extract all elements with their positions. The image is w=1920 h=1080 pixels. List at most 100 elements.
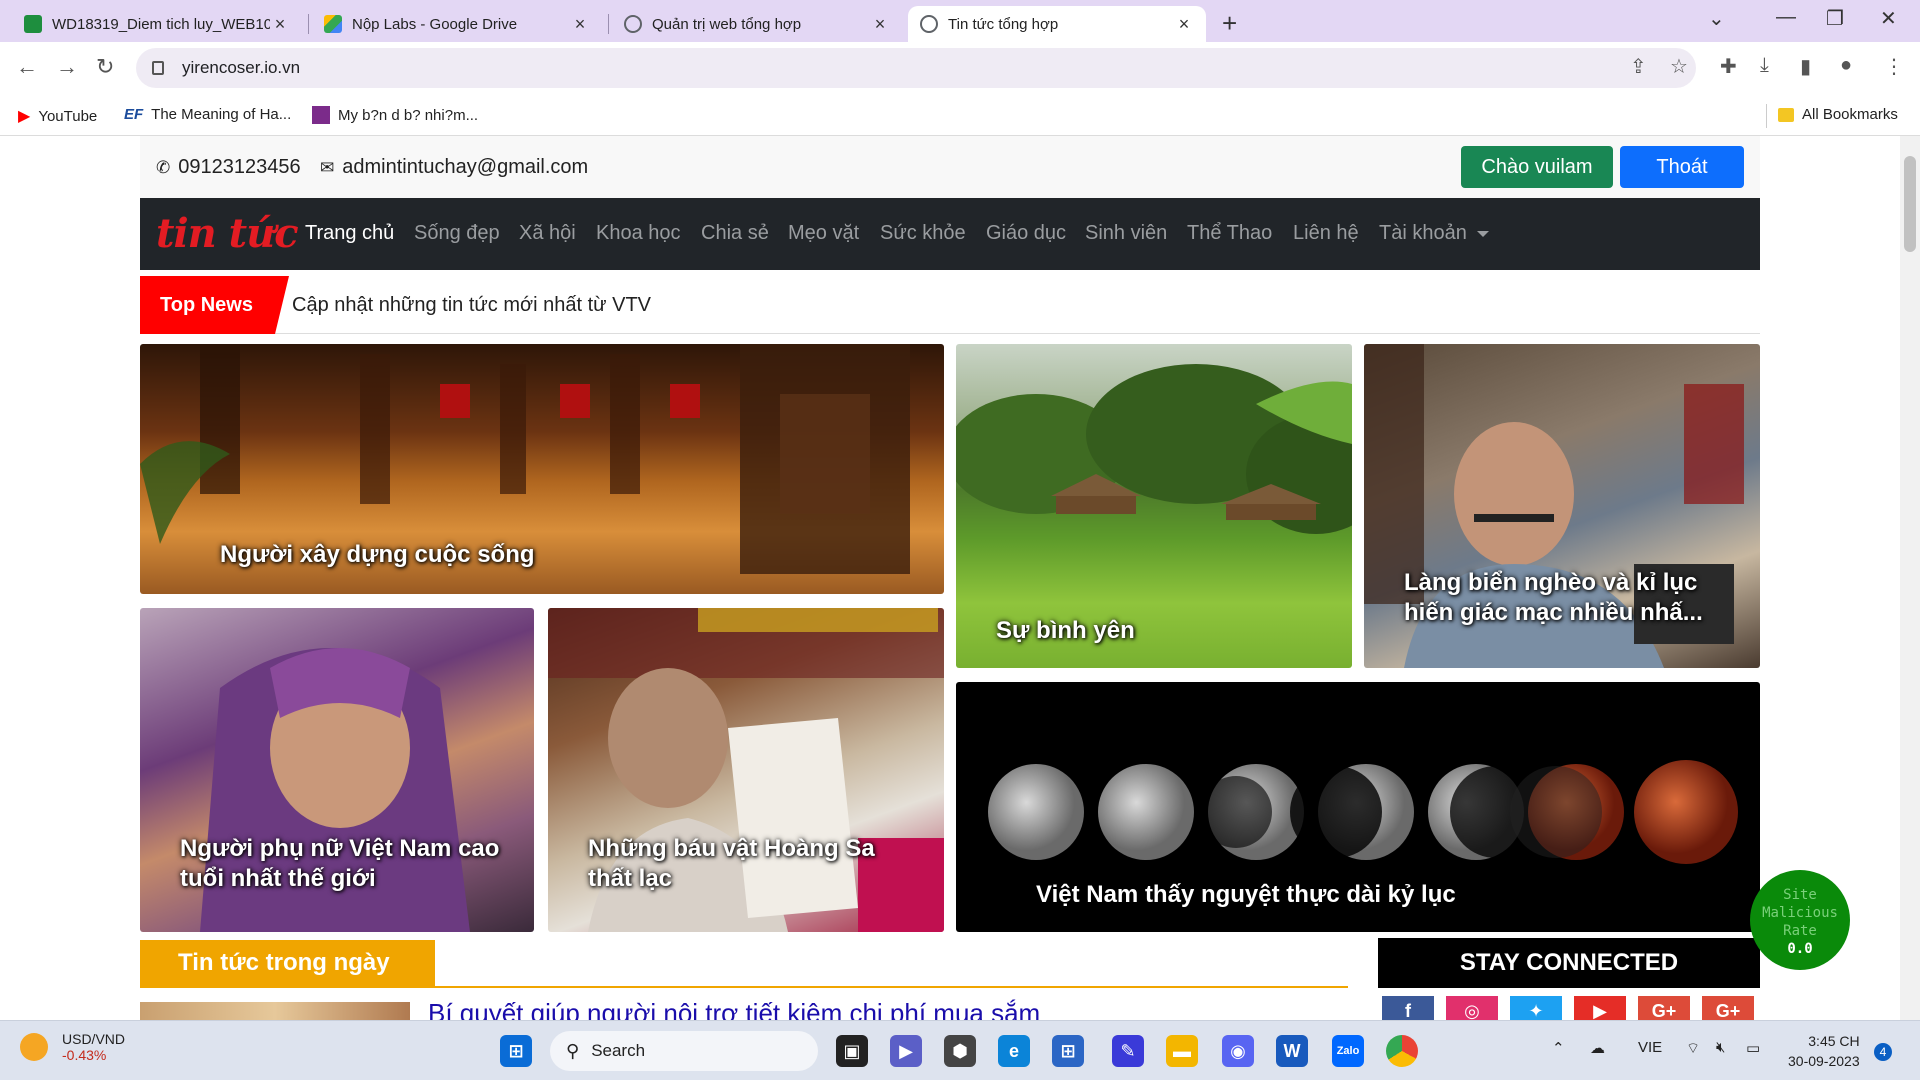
language-indicator[interactable]: VIE — [1638, 1039, 1662, 1056]
notification-badge[interactable]: 4 — [1874, 1043, 1892, 1061]
clock-date: 30-09-2023 — [1788, 1053, 1860, 1069]
app-icon[interactable]: ⬢ — [944, 1035, 976, 1067]
tab-search-icon[interactable]: ⌄ — [1708, 6, 1725, 31]
file-explorer-icon[interactable]: ▬ — [1166, 1035, 1198, 1067]
featured-caption: Người phụ nữ Việt Nam cao tuổi nhất thế … — [180, 835, 500, 892]
bookmark-ef[interactable]: EF The Meaning of Ha... — [124, 106, 291, 123]
minimize-button[interactable]: — — [1776, 6, 1796, 29]
site-malicious-rate-widget[interactable]: Site Malicious Rate 0.0 — [1750, 870, 1850, 970]
profile-avatar[interactable]: ● — [1840, 54, 1852, 77]
word-icon[interactable]: W — [1276, 1035, 1308, 1067]
volume-icon[interactable]: 🔇︎ — [1716, 1039, 1725, 1056]
featured-card[interactable]: Việt Nam thấy nguyệt thực dài kỷ lục — [956, 682, 1760, 932]
news-link[interactable]: Bí quyết giúp người nội trợ tiết kiệm ch… — [428, 998, 1040, 1020]
side-panel-icon[interactable]: ▮ — [1800, 54, 1811, 79]
bookmark-youtube[interactable]: ▶ YouTube — [18, 106, 97, 126]
nav-song-dep[interactable]: Sống đẹp — [414, 222, 500, 245]
google-drive-icon — [324, 15, 342, 33]
featured-caption: Làng biển nghèo và kỉ lục hiến giác mạc … — [1404, 569, 1703, 626]
bookmark-my[interactable]: My b?n d b? nhi?m... — [312, 106, 478, 124]
featured-card[interactable]: Làng biển nghèo và kỉ lục hiến giác mạc … — [1364, 344, 1760, 668]
menu-icon[interactable]: ⋮ — [1884, 54, 1904, 79]
close-icon[interactable]: × — [270, 14, 290, 35]
teams-icon[interactable]: ▶ — [890, 1035, 922, 1067]
taskbar-search[interactable]: ⚲ Search — [550, 1031, 818, 1071]
search-icon: ⚲ — [566, 1040, 580, 1061]
top-news-ticker: Top News Cập nhật những tin tức mới nhất… — [140, 276, 1760, 334]
phone-contact: ✆ 09123123456 — [156, 156, 301, 179]
nav-chia-se[interactable]: Chia sẻ — [701, 222, 769, 245]
twitter-icon[interactable]: ✦ — [1510, 996, 1562, 1020]
nav-tai-khoan[interactable]: Tài khoản — [1379, 222, 1489, 245]
featured-caption: Sự bình yên — [996, 617, 1135, 644]
scrollbar-thumb[interactable] — [1904, 156, 1916, 252]
nav-the-thao[interactable]: Thể Thao — [1187, 222, 1272, 245]
caret-down-icon — [1476, 230, 1489, 237]
close-icon[interactable]: × — [870, 14, 890, 35]
forward-button[interactable]: → — [56, 54, 78, 80]
news-thumbnail[interactable] — [140, 1002, 410, 1020]
wifi-icon[interactable]: ⌔ — [1686, 1039, 1700, 1058]
instagram-icon[interactable]: ◎ — [1446, 996, 1498, 1020]
featured-card[interactable]: Sự bình yên — [956, 344, 1352, 668]
logout-button[interactable]: Thoát — [1620, 146, 1744, 188]
tab-title: Quản trị web tổng hợp — [652, 15, 802, 33]
restore-button[interactable]: ❐ — [1826, 6, 1844, 31]
browser-tab[interactable]: Nộp Labs - Google Drive × — [312, 6, 602, 42]
nav-khoa-hoc[interactable]: Khoa học — [596, 222, 681, 245]
windows-taskbar: USD/VND -0.43% ⊞ ⚲ Search ▣ ▶ ⬢ e ⊞ ✎ ▬ … — [0, 1020, 1920, 1080]
nav-sinh-vien[interactable]: Sinh viên — [1085, 222, 1167, 245]
email-address: admintintuchay@gmail.com — [342, 156, 589, 178]
chrome-icon[interactable] — [1386, 1035, 1418, 1067]
browser-tab[interactable]: WD18319_Diem tich luy_WEB10 × — [12, 6, 302, 42]
reload-button[interactable]: ↻ — [96, 54, 114, 80]
new-tab-button[interactable]: + — [1222, 8, 1237, 39]
all-bookmarks[interactable]: All Bookmarks — [1778, 106, 1898, 123]
featured-card[interactable]: Người phụ nữ Việt Nam cao tuổi nhất thế … — [140, 608, 534, 932]
download-icon[interactable]: ⤓ — [1760, 54, 1769, 77]
close-window-button[interactable]: ✕ — [1880, 6, 1897, 31]
youtube-icon[interactable]: ▶ — [1574, 996, 1626, 1020]
nav-lien-he[interactable]: Liên hệ — [1293, 222, 1359, 245]
network-sync-icon[interactable]: ☁ — [1590, 1039, 1605, 1057]
bookmark-star-icon[interactable]: ☆ — [1670, 54, 1688, 79]
close-icon[interactable]: × — [1174, 14, 1194, 35]
battery-icon[interactable]: ▭ — [1746, 1039, 1760, 1057]
lock-icon — [152, 61, 164, 75]
back-button[interactable]: ← — [16, 54, 38, 80]
google-plus-icon[interactable]: G+ — [1702, 996, 1754, 1020]
nav-meo-vat[interactable]: Mẹo vặt — [788, 222, 859, 245]
google-plus-icon[interactable]: G+ — [1638, 996, 1690, 1020]
coins-icon — [20, 1033, 48, 1061]
store-icon[interactable]: ⊞ — [1052, 1035, 1084, 1067]
windows-start-icon[interactable]: ⊞ — [500, 1035, 532, 1067]
nav-trang-chu[interactable]: Trang chủ — [305, 222, 394, 245]
code-editor-icon[interactable]: ✎ — [1112, 1035, 1144, 1067]
discord-icon[interactable]: ◉ — [1222, 1035, 1254, 1067]
featured-card[interactable]: Người xây dựng cuộc sống — [140, 344, 944, 594]
edge-icon[interactable]: e — [998, 1035, 1030, 1067]
phone-number: 09123123456 — [178, 156, 301, 178]
share-icon[interactable]: ⇪ — [1630, 54, 1647, 79]
nav-xa-hoi[interactable]: Xã hội — [519, 222, 576, 245]
greeting-button[interactable]: Chào vuilam — [1461, 146, 1613, 188]
system-clock[interactable]: 3:45 CH 30-09-2023 — [1788, 1031, 1860, 1071]
site-logo[interactable]: tin tức — [156, 210, 299, 257]
chevron-up-icon[interactable]: ⌃ — [1552, 1039, 1565, 1057]
address-bar[interactable]: yirencoser.io.vn — [136, 48, 1696, 88]
facebook-icon[interactable]: f — [1382, 996, 1434, 1020]
featured-card[interactable]: Những báu vật Hoàng Sa thất lạc — [548, 608, 944, 932]
email-contact: ✉ admintintuchay@gmail.com — [320, 156, 588, 179]
url-text: yirencoser.io.vn — [182, 58, 301, 77]
nav-giao-duc[interactable]: Giáo dục — [986, 222, 1066, 245]
exchange-rate-widget[interactable]: USD/VND -0.43% — [20, 1031, 125, 1063]
zalo-icon[interactable]: Zalo — [1332, 1035, 1364, 1067]
browser-tab[interactable]: Quản trị web tổng hợp × — [612, 6, 902, 42]
nav-suc-khoe[interactable]: Sức khỏe — [880, 222, 966, 245]
task-view-icon[interactable]: ▣ — [836, 1035, 868, 1067]
page-scrollbar[interactable] — [1900, 136, 1920, 1020]
close-icon[interactable]: × — [570, 14, 590, 35]
ticker-text[interactable]: Cập nhật những tin tức mới nhất từ VTV — [292, 294, 651, 317]
extensions-icon[interactable]: ✚ — [1720, 54, 1737, 79]
browser-tab-active[interactable]: Tin tức tổng hợp × — [908, 6, 1206, 42]
